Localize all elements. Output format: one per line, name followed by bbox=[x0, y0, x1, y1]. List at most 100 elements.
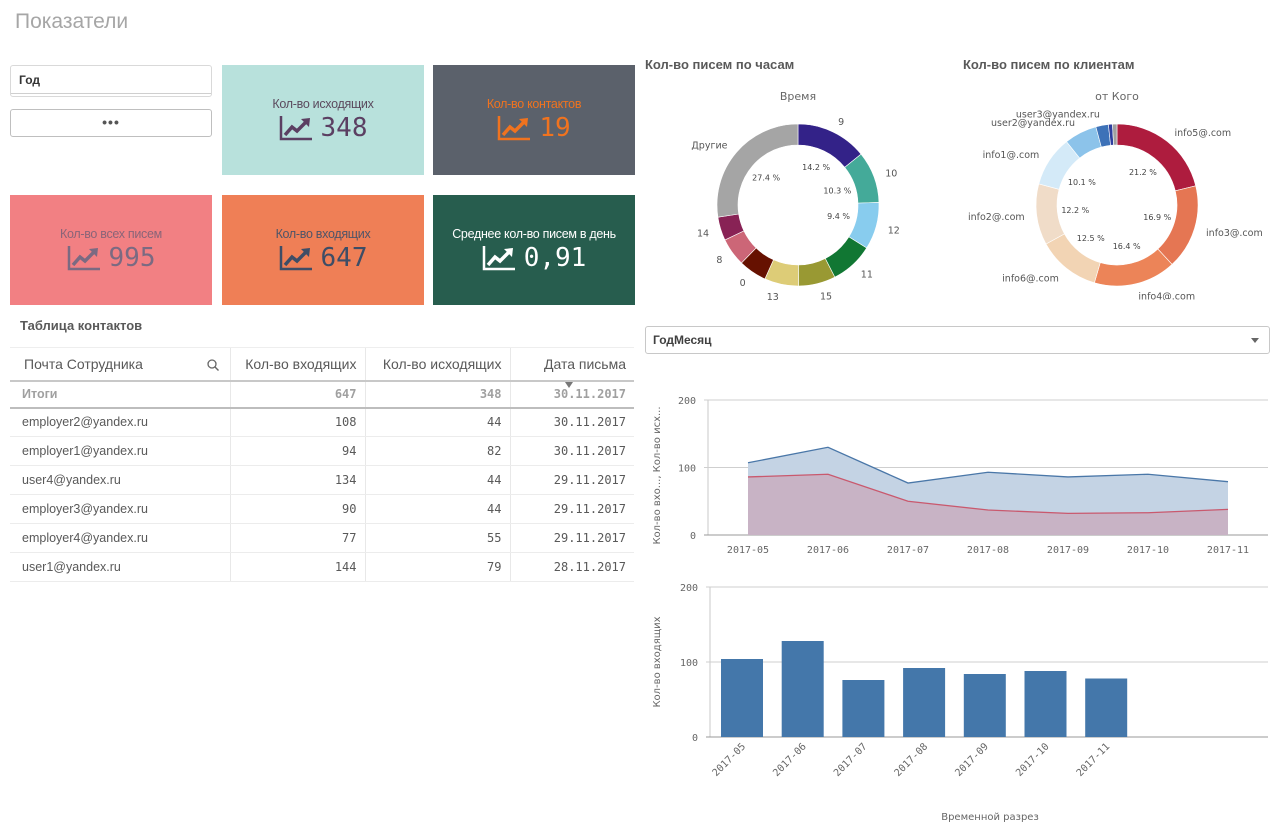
table-row[interactable]: employer3@yandex.ru 90 44 29.11.2017 bbox=[10, 494, 634, 524]
donut-slice[interactable] bbox=[1157, 185, 1199, 265]
column-header-incoming[interactable]: Кол-во входящих bbox=[229, 347, 365, 382]
contacts-table: Почта Сотрудника Кол-во входящих Кол-во … bbox=[10, 347, 634, 582]
y-tick-label: 0 bbox=[690, 531, 696, 542]
trend-up-icon-glyph bbox=[482, 246, 515, 271]
area-chart[interactable]: 0 100 200 2017-05 2017-06 2017-07 2017-08 2017-… bbox=[640, 380, 1279, 570]
kpi-incoming[interactable]: Кол-во входящих 647 bbox=[222, 195, 424, 305]
kpi-title: Кол-во всех писем bbox=[60, 227, 162, 241]
trend-up-icon bbox=[279, 115, 313, 141]
table-row[interactable]: employer2@yandex.ru 108 44 30.11.2017 bbox=[10, 407, 634, 437]
totals-incoming: 647 bbox=[229, 380, 365, 409]
donut-pct-label: 12.2 % bbox=[1061, 206, 1089, 215]
donut-slice-label: 12 bbox=[888, 225, 900, 236]
cell-date: 29.11.2017 bbox=[509, 523, 634, 553]
donut-slice-label: info6@.com bbox=[1002, 274, 1059, 285]
y-axis-title: Кол-во вхо..., Кол-во исх... bbox=[652, 406, 663, 544]
column-header-date[interactable]: Дата письма bbox=[509, 347, 634, 388]
cell-date: 29.11.2017 bbox=[509, 494, 634, 524]
trend-up-icon-glyph bbox=[279, 246, 312, 271]
column-header-email[interactable]: Почта Сотрудника bbox=[10, 347, 230, 382]
cell-incoming: 134 bbox=[229, 465, 365, 495]
year-filter[interactable]: Год bbox=[10, 65, 212, 97]
cell-date: 30.11.2017 bbox=[509, 436, 634, 466]
trend-up-icon-glyph bbox=[279, 116, 312, 141]
column-header-outgoing[interactable]: Кол-во исходящих bbox=[364, 347, 510, 382]
search-icon[interactable] bbox=[206, 358, 220, 372]
kpi-value: 995 bbox=[108, 243, 156, 273]
kpi-title: Кол-во контактов bbox=[486, 97, 582, 111]
year-filter-label: Год bbox=[19, 73, 40, 87]
hours-donut-chart[interactable]: Время 9 14.2 % 10 10.3 % 12 9.4 % 11 15 13 0 8 14 Дру… bbox=[640, 80, 950, 300]
cell-incoming: 108 bbox=[229, 407, 365, 437]
donut-dimension-label: Время bbox=[780, 90, 816, 103]
bar[interactable] bbox=[903, 668, 946, 737]
bar[interactable] bbox=[721, 659, 763, 737]
donut-slice-label: 9 bbox=[838, 117, 844, 128]
x-tick-label: 2017-06 bbox=[771, 741, 809, 779]
kpi-outgoing[interactable]: Кол-во исходящих 348 bbox=[222, 65, 424, 175]
cell-outgoing: 44 bbox=[364, 494, 510, 524]
cell-outgoing: 55 bbox=[364, 523, 510, 553]
x-tick-label: 2017-08 bbox=[893, 741, 931, 779]
dropdown-label: ГодМесяц bbox=[653, 333, 712, 347]
kpi-title: Кол-во исходящих bbox=[272, 97, 374, 111]
donut-slice[interactable] bbox=[797, 123, 862, 168]
donut-slice-label: 14 bbox=[697, 228, 709, 239]
trend-up-icon bbox=[279, 245, 313, 271]
sort-desc-icon bbox=[564, 381, 573, 388]
cell-incoming: 77 bbox=[229, 523, 365, 553]
y-tick-label: 200 bbox=[678, 396, 696, 407]
donut-slice-label: info1@.com bbox=[983, 150, 1040, 161]
totals-row: Итоги 647 348 30.11.2017 bbox=[10, 380, 634, 409]
contacts-table-title: Таблица контактов bbox=[20, 318, 143, 333]
table-row[interactable]: employer4@yandex.ru 77 55 29.11.2017 bbox=[10, 523, 634, 553]
kpi-avg-per-day[interactable]: Среднее кол-во писем в день 0,91 bbox=[433, 195, 635, 305]
x-tick-label: 2017-05 bbox=[727, 545, 769, 556]
donut-pct-label: 16.4 % bbox=[1113, 242, 1141, 251]
table-row[interactable]: user1@yandex.ru 144 79 28.11.2017 bbox=[10, 552, 634, 582]
cell-email: employer1@yandex.ru bbox=[10, 436, 230, 466]
donut-pct-label: 12.5 % bbox=[1077, 234, 1105, 243]
hours-chart-title: Кол-во писем по часам bbox=[645, 57, 795, 72]
bar[interactable] bbox=[842, 680, 885, 737]
bar-chart[interactable]: 0 100 200 2017-05 2017-06 2017-07 2017-08 2017-… bbox=[640, 575, 1279, 828]
table-row[interactable]: user4@yandex.ru 134 44 29.11.2017 bbox=[10, 465, 634, 495]
donut-pct-label: 21.2 % bbox=[1129, 168, 1157, 177]
totals-outgoing: 348 bbox=[364, 380, 510, 409]
kpi-contacts[interactable]: Кол-во контактов 19 bbox=[433, 65, 635, 175]
donut-pct-label: 14.2 % bbox=[802, 163, 830, 172]
kpi-value: 0,91 bbox=[523, 243, 587, 273]
cell-outgoing: 79 bbox=[364, 552, 510, 582]
x-tick-label: 2017-11 bbox=[1075, 741, 1113, 779]
donut-slice[interactable] bbox=[1035, 183, 1065, 245]
x-tick-label: 2017-09 bbox=[953, 741, 991, 779]
cell-date: 29.11.2017 bbox=[509, 465, 634, 495]
table-row[interactable]: employer1@yandex.ru 94 82 30.11.2017 bbox=[10, 436, 634, 466]
x-tick-label: 2017-10 bbox=[1014, 741, 1052, 779]
clients-donut-chart[interactable]: от Кого info5@.com 21.2 % info3@.com 16.9 % i… bbox=[955, 80, 1275, 300]
x-tick-label: 2017-05 bbox=[711, 741, 749, 779]
donut-slice[interactable] bbox=[1094, 248, 1173, 287]
kpi-all-letters[interactable]: Кол-во всех писем 995 bbox=[10, 195, 212, 305]
y-tick-label: 0 bbox=[692, 733, 698, 744]
table-header-row: Почта Сотрудника Кол-во входящих Кол-во … bbox=[10, 347, 634, 388]
bar[interactable] bbox=[1085, 678, 1128, 738]
page-title: Показатели bbox=[15, 10, 129, 33]
trend-up-icon-glyph bbox=[67, 246, 100, 271]
donut-slice-label: 13 bbox=[767, 292, 779, 300]
y-tick-label: 100 bbox=[680, 658, 698, 669]
bar[interactable] bbox=[781, 641, 824, 737]
kpi-value: 348 bbox=[320, 113, 368, 143]
donut-slice[interactable] bbox=[716, 123, 799, 218]
more-filters-button[interactable]: ••• bbox=[10, 109, 212, 137]
donut-pct-label: 9.4 % bbox=[827, 212, 850, 221]
cell-date: 30.11.2017 bbox=[509, 407, 634, 437]
bar[interactable] bbox=[963, 674, 1006, 737]
kpi-title: Кол-во входящих bbox=[275, 227, 371, 241]
donut-slice-label: info3@.com bbox=[1206, 228, 1263, 239]
donut-slice-label: info5@.com bbox=[1174, 128, 1231, 139]
column-header-label: Дата письма bbox=[544, 355, 626, 372]
bar[interactable] bbox=[1024, 671, 1067, 737]
year-month-dropdown[interactable]: ГодМесяц bbox=[645, 326, 1270, 354]
cell-outgoing: 82 bbox=[364, 436, 510, 466]
